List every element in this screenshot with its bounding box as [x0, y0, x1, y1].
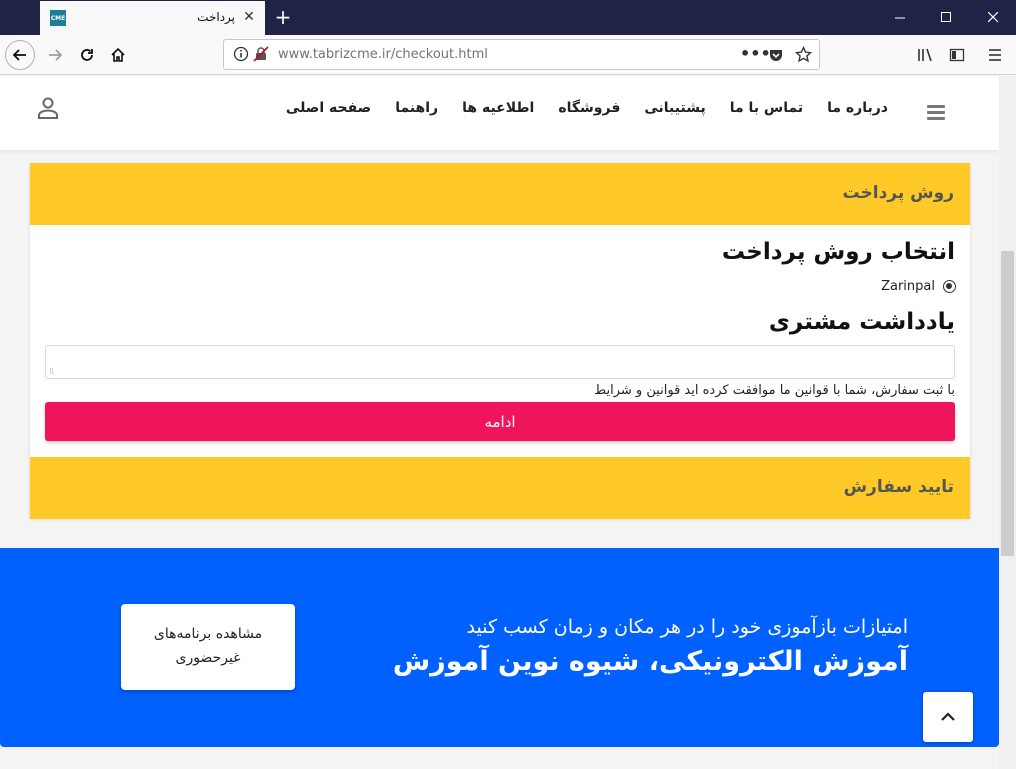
- back-to-top-button[interactable]: [923, 692, 973, 742]
- nav-guide[interactable]: راهنما: [383, 100, 450, 116]
- browser-titlebar: CME پرداخت ✕ +: [0, 0, 1016, 35]
- bookmark-star-icon[interactable]: [794, 45, 813, 67]
- library-icon[interactable]: [911, 40, 941, 70]
- banner-title: آموزش الکترونیکی، شیوه نوین آموزش: [392, 646, 908, 677]
- elearning-banner: امتیازات بازآموزی خود را در هر مکان و زم…: [0, 548, 999, 747]
- nav-home[interactable]: صفحه اصلی: [274, 100, 383, 116]
- select-payment-heading: انتخاب روش پرداخت: [721, 239, 955, 265]
- reload-icon[interactable]: [72, 40, 102, 70]
- payment-method-header[interactable]: روش پرداخت: [30, 163, 970, 225]
- url-text: www.tabrizcme.ir/checkout.html: [278, 47, 488, 62]
- browser-tab[interactable]: CME پرداخت ✕: [40, 1, 265, 35]
- checkout-card: روش پرداخت انتخاب روش پرداخت Zarinpal یا…: [30, 163, 970, 519]
- hamburger-menu-icon[interactable]: [927, 105, 945, 120]
- minimize-icon[interactable]: [877, 0, 923, 35]
- payment-radio[interactable]: [943, 280, 956, 293]
- payment-option-zarinpal[interactable]: Zarinpal: [881, 279, 956, 294]
- browser-toolbar: www.tabrizcme.ir/checkout.html •••: [0, 35, 1016, 75]
- confirm-order-title: تایید سفارش: [843, 477, 954, 497]
- insecure-lock-icon[interactable]: [253, 46, 269, 66]
- chevron-up-icon: [941, 712, 955, 721]
- new-tab-icon[interactable]: +: [272, 5, 294, 29]
- address-bar[interactable]: www.tabrizcme.ir/checkout.html •••: [223, 39, 820, 70]
- site-header: صفحه اصلی راهنما اطلاعیه ها فروشگاه پشتی…: [0, 76, 999, 150]
- user-account-icon[interactable]: [36, 96, 60, 120]
- nav-shop[interactable]: فروشگاه: [546, 100, 632, 116]
- customer-note-heading: یادداشت مشتری: [768, 309, 955, 335]
- view-online-programs-button[interactable]: مشاهده برنامه‌های غیرحضوری: [121, 604, 295, 690]
- nav-support[interactable]: پشتیبانی: [632, 100, 717, 116]
- terms-text: با ثبت سفارش، شما با قوانین ما موافقت کر…: [594, 383, 955, 398]
- page-actions-icon[interactable]: •••: [740, 44, 771, 63]
- nav-announcements[interactable]: اطلاعیه ها: [450, 100, 546, 116]
- window-close-icon[interactable]: [970, 0, 1016, 35]
- maximize-icon[interactable]: [923, 0, 969, 35]
- page-scrollbar[interactable]: [999, 76, 1016, 769]
- main-nav: صفحه اصلی راهنما اطلاعیه ها فروشگاه پشتی…: [274, 100, 900, 116]
- nav-about[interactable]: درباره ما: [815, 100, 900, 116]
- payment-option-label: Zarinpal: [881, 279, 935, 294]
- tab-title: پرداخت: [197, 10, 235, 24]
- page-viewport: صفحه اصلی راهنما اطلاعیه ها فروشگاه پشتی…: [0, 76, 999, 769]
- app-menu-icon[interactable]: [980, 40, 1010, 70]
- payment-method-title: روش پرداخت: [842, 183, 955, 203]
- home-icon[interactable]: [103, 40, 133, 70]
- info-icon[interactable]: [233, 46, 249, 66]
- forward-icon[interactable]: [40, 40, 70, 70]
- scrollbar-thumb[interactable]: [1001, 251, 1014, 556]
- nav-contact[interactable]: تماس با ما: [718, 100, 815, 116]
- tab-close-icon[interactable]: ✕: [241, 9, 257, 25]
- customer-note-textarea[interactable]: ⠿: [45, 345, 955, 379]
- favicon-icon: CME: [50, 10, 66, 26]
- continue-button[interactable]: ادامه: [45, 402, 955, 441]
- confirm-order-header[interactable]: تایید سفارش: [30, 457, 970, 519]
- sidebar-icon[interactable]: [942, 40, 972, 70]
- banner-subtitle: امتیازات بازآموزی خود را در هر مکان و زم…: [466, 616, 908, 638]
- pocket-icon[interactable]: [768, 47, 784, 67]
- resize-grip-icon[interactable]: ⠿: [49, 368, 54, 376]
- back-icon[interactable]: [5, 40, 35, 70]
